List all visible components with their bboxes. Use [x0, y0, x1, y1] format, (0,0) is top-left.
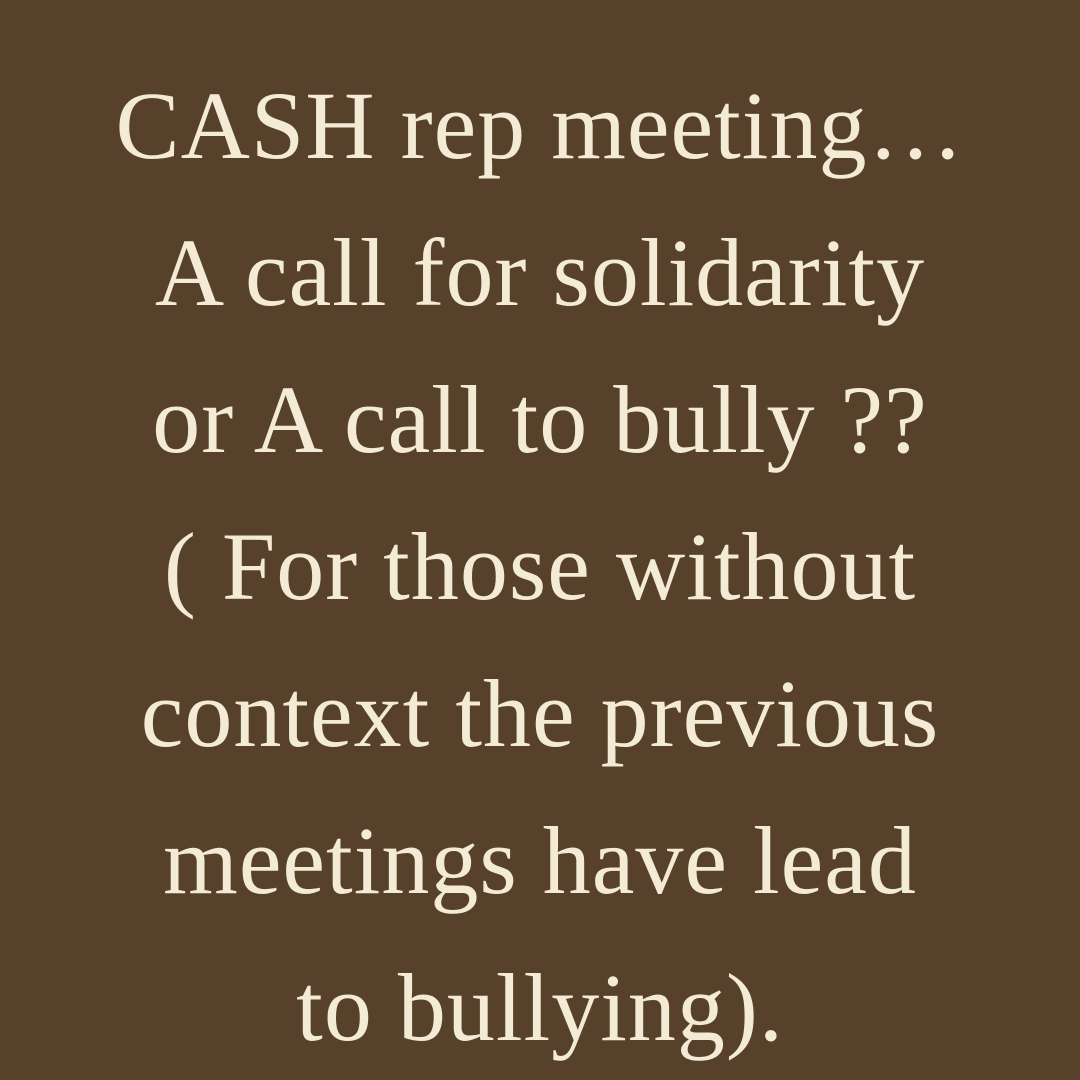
post-text: CASH rep meeting… A call for solidarity …	[0, 52, 1080, 1080]
post-text-line-1: CASH rep meeting…	[115, 72, 965, 179]
post-text-line-6: meetings have lead	[163, 807, 917, 914]
post-text-line-3: or A call to bully ??	[152, 366, 928, 473]
post-text-line-2: A call for solidarity	[154, 219, 926, 326]
post-text-line-4: ( For those without	[163, 513, 917, 620]
post-text-line-7: to bullying).	[296, 954, 784, 1061]
post-canvas: CASH rep meeting… A call for solidarity …	[0, 0, 1080, 1080]
post-text-line-5: context the previous	[140, 660, 940, 767]
